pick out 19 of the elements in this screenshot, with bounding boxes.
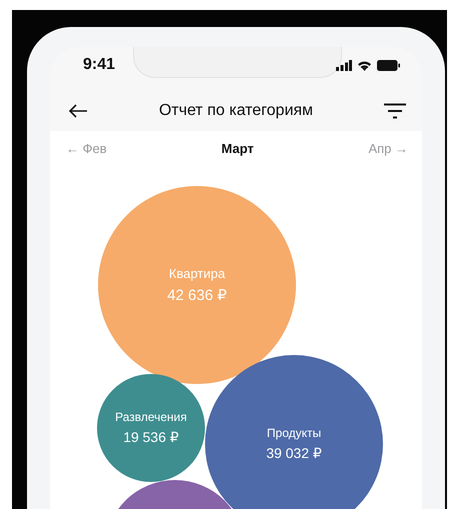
category-bubble[interactable]: Продукты 39 032 ₽	[205, 355, 383, 509]
signal-icon	[336, 60, 352, 70]
category-bubble[interactable]: Квартира 42 636 ₽	[98, 186, 296, 384]
category-amount: 39 032 ₽	[266, 445, 322, 462]
category-bubble[interactable]: Развлечения 19 536 ₽	[97, 374, 205, 482]
current-month: Март	[221, 140, 254, 156]
wifi-icon	[357, 60, 372, 70]
category-amount: 19 536 ₽	[123, 429, 179, 446]
category-name: Развлечения	[115, 410, 187, 424]
category-name: Продукты	[266, 426, 322, 440]
battery-icon	[377, 60, 400, 70]
category-amount: 42 636 ₽	[167, 286, 227, 304]
back-button[interactable]	[66, 102, 90, 120]
previous-month-link[interactable]: ← Фев	[66, 140, 107, 156]
filter-button[interactable]	[382, 101, 408, 121]
category-name: Квартира	[168, 266, 226, 281]
status-time: 9:41	[83, 56, 116, 74]
next-month-link[interactable]: Апр →	[368, 140, 408, 156]
screen-title: Отчет по категориям	[158, 102, 314, 120]
